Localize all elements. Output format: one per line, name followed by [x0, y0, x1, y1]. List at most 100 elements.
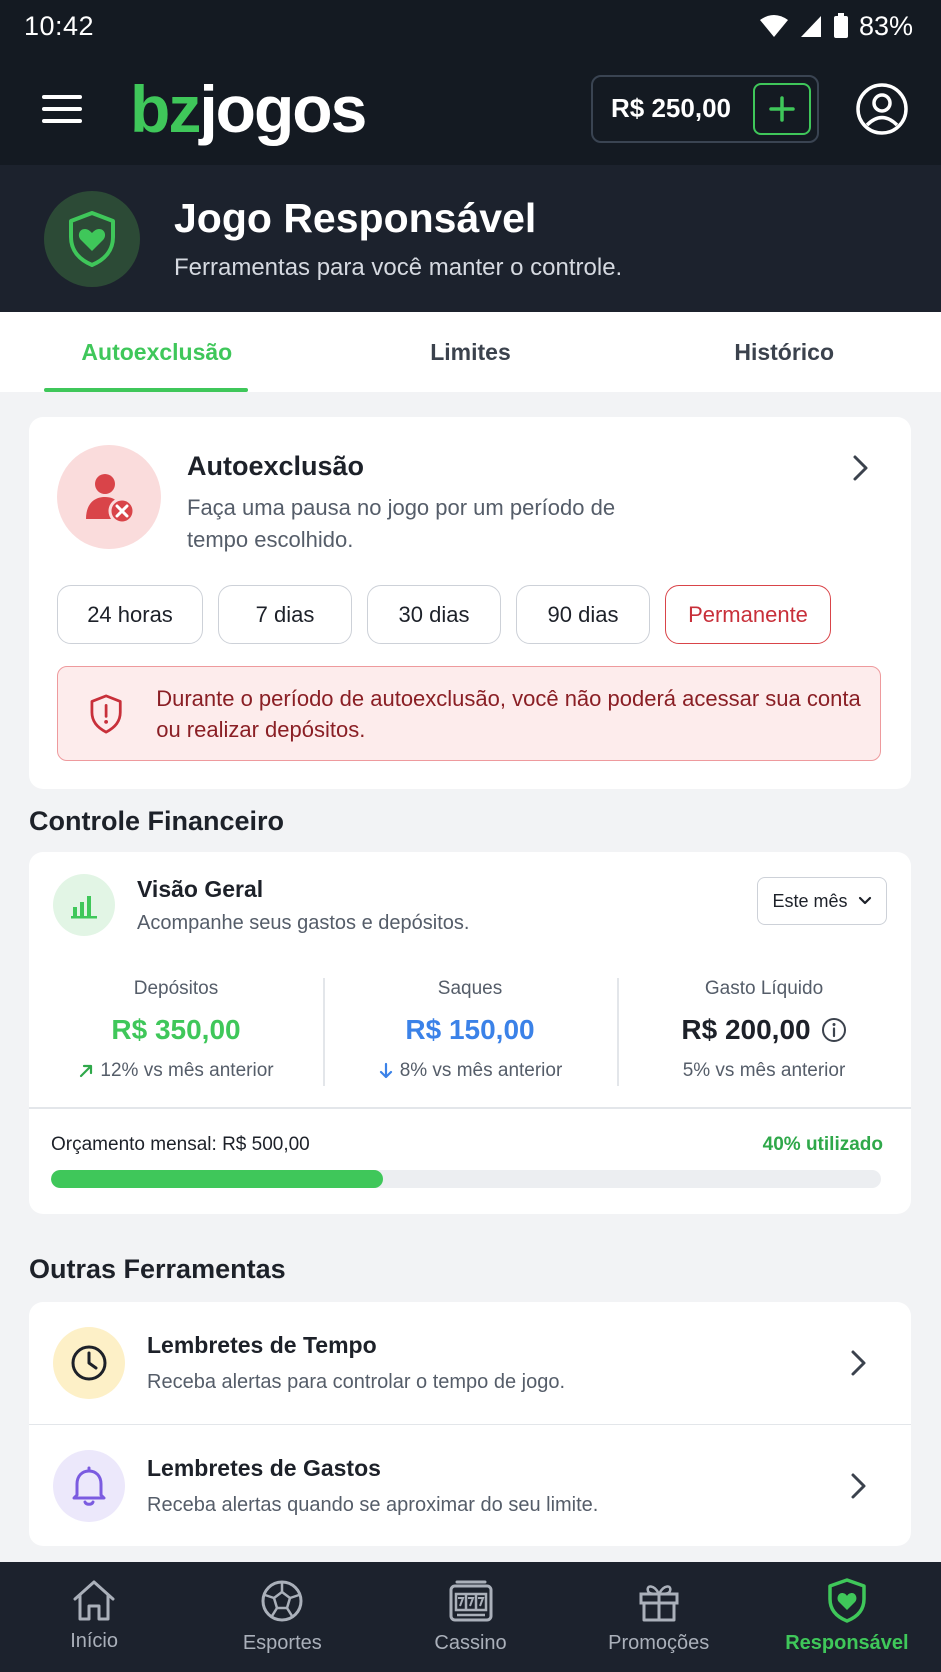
battery-level: 83% — [858, 10, 913, 41]
soccer-ball-icon — [261, 1580, 303, 1622]
tool-description: Receba alertas para controlar o tempo de… — [147, 1371, 566, 1393]
nav-label: Promoções — [608, 1632, 710, 1654]
other-tools-card: Lembretes de Tempo Receba alertas para c… — [29, 1302, 911, 1546]
self-exclusion-header[interactable]: Autoexclusão Faça uma pausa no jogo por … — [57, 445, 627, 556]
tool-time-reminders[interactable]: Lembretes de Tempo Receba alertas para c… — [29, 1302, 911, 1424]
overview-subtitle: Acompanhe seus gastos e depósitos. — [137, 912, 470, 934]
financial-overview-card: Visão Geral Acompanhe seus gastos e depó… — [29, 852, 911, 1214]
clock-badge — [53, 1327, 125, 1399]
signal-icon — [800, 16, 821, 37]
stat-delta: 8% vs mês anterior — [323, 1060, 617, 1082]
self-exclusion-card: Autoexclusão Faça uma pausa no jogo por … — [29, 417, 911, 789]
menu-icon-bar — [42, 118, 82, 123]
stat-value: R$ 200,00 — [617, 1014, 911, 1046]
nav-item-responsavel[interactable]: Responsável — [753, 1562, 941, 1672]
nav-item-promocoes[interactable]: Promoções — [565, 1562, 753, 1672]
tab-limites[interactable]: Limites — [314, 312, 628, 392]
period-90d-button[interactable]: 90 dias — [516, 585, 650, 644]
tool-title: Lembretes de Gastos — [147, 1454, 381, 1481]
chart-badge — [53, 874, 115, 936]
user-blocked-icon — [86, 474, 136, 525]
stat-withdrawals: Saques R$ 150,00 8% vs mês anterior — [323, 972, 617, 1088]
app-header: bz jogos R$ 250,00 — [0, 52, 941, 165]
bar-chart-icon — [71, 896, 97, 919]
bell-badge — [53, 1449, 125, 1522]
stat-label: Saques — [437, 978, 503, 999]
period-select[interactable]: Este mês — [757, 877, 887, 925]
slot-machine-icon — [449, 1580, 492, 1622]
plus-icon — [769, 95, 795, 122]
balance-amount: R$ 250,00 — [611, 93, 731, 123]
section-title-finance: Controle Financeiro — [29, 806, 285, 836]
stat-deposits: Depósitos R$ 350,00 12% vs mês anterior — [29, 972, 323, 1088]
tab-bar: Autoexclusão Limites Histórico — [0, 312, 941, 392]
stat-delta: 5% vs mês anterior — [682, 1060, 846, 1081]
period-7d-button[interactable]: 7 dias — [218, 585, 352, 644]
battery-icon — [833, 13, 848, 38]
logo-part-jogos: jogos — [199, 71, 367, 146]
budget-label: Orçamento mensal: R$ 500,00 — [51, 1134, 310, 1155]
wifi-icon — [759, 15, 788, 37]
chevron-right-icon — [851, 1350, 866, 1376]
balance-widget[interactable]: R$ 250,00 — [591, 74, 819, 143]
nav-item-inicio[interactable]: Início — [0, 1562, 188, 1672]
warning-text: Durante o período de autoexclusão, você … — [156, 685, 861, 742]
nav-item-esportes[interactable]: Esportes — [188, 1562, 376, 1672]
hero-badge — [44, 190, 140, 287]
status-time: 10:42 — [24, 10, 95, 41]
status-bar: 10:42 83% — [0, 0, 941, 52]
self-exclusion-title: Autoexclusão — [187, 451, 365, 481]
logo-part-bz: bz — [130, 71, 201, 146]
period-30d-button[interactable]: 30 dias — [367, 585, 501, 644]
shield-alert-icon — [90, 694, 122, 733]
period-select-value: Este mês — [772, 890, 848, 911]
page-title: Jogo Responsável — [174, 195, 537, 241]
self-exclusion-badge — [57, 445, 161, 549]
budget-progress-bar — [51, 1170, 881, 1188]
period-permanent-button[interactable]: Permanente — [665, 585, 831, 644]
nav-label: Cassino — [434, 1632, 507, 1654]
tab-autoexclusao[interactable]: Autoexclusão — [0, 312, 314, 392]
stat-delta: 12% vs mês anterior — [29, 1060, 323, 1082]
menu-icon-bar — [42, 106, 82, 111]
budget-progress-fill — [51, 1170, 383, 1188]
bzjogos-logo[interactable]: bz jogos — [130, 71, 367, 146]
deposit-add-button[interactable] — [753, 82, 811, 135]
stat-net-spend: Gasto Líquido R$ 200,00 5% vs mês anteri… — [617, 972, 911, 1088]
user-profile-icon[interactable] — [855, 82, 909, 136]
nav-label: Início — [70, 1630, 118, 1652]
chevron-right-icon — [851, 1473, 866, 1499]
page-hero: Jogo Responsável Ferramentas para você m… — [0, 165, 941, 312]
shield-heart-icon — [69, 210, 115, 267]
bell-icon — [72, 1466, 106, 1506]
nav-label: Esportes — [242, 1632, 322, 1654]
shield-heart-icon — [828, 1578, 866, 1623]
status-indicators: 83% — [759, 11, 913, 42]
menu-icon-bar — [42, 94, 82, 99]
period-options: 24 horas 7 dias 30 dias 90 dias Permanen… — [57, 585, 831, 644]
clock-icon — [71, 1345, 107, 1381]
stat-value: R$ 350,00 — [111, 1014, 241, 1045]
tab-historico[interactable]: Histórico — [627, 312, 941, 392]
stats-row: Depósitos R$ 350,00 12% vs mês anterior … — [29, 972, 911, 1088]
tool-title: Lembretes de Tempo — [147, 1332, 377, 1358]
self-exclusion-warning: Durante o período de autoexclusão, você … — [57, 666, 881, 761]
stat-label: Gasto Líquido — [704, 978, 824, 999]
tool-spending-reminders[interactable]: Lembretes de Gastos Receba alertas quand… — [29, 1424, 911, 1546]
menu-button[interactable] — [40, 89, 84, 129]
nav-label: Responsável — [785, 1632, 909, 1654]
arrow-up-right-icon — [80, 1064, 93, 1078]
section-title-tools: Outras Ferramentas — [29, 1254, 286, 1284]
page-subtitle: Ferramentas para você manter o controle. — [174, 254, 623, 281]
nav-item-cassino[interactable]: Cassino — [376, 1562, 564, 1672]
overview-title: Visão Geral — [137, 876, 264, 902]
chevron-down-icon — [858, 896, 871, 905]
self-exclusion-description: Faça uma pausa no jogo por um período de… — [187, 495, 616, 552]
period-24h-button[interactable]: 24 horas — [57, 585, 203, 644]
info-icon[interactable] — [821, 1017, 847, 1043]
gift-icon — [639, 1585, 679, 1622]
chevron-right-icon[interactable] — [851, 453, 871, 483]
arrow-down-icon — [379, 1062, 392, 1079]
home-icon — [73, 1580, 115, 1621]
divider — [29, 1107, 911, 1109]
